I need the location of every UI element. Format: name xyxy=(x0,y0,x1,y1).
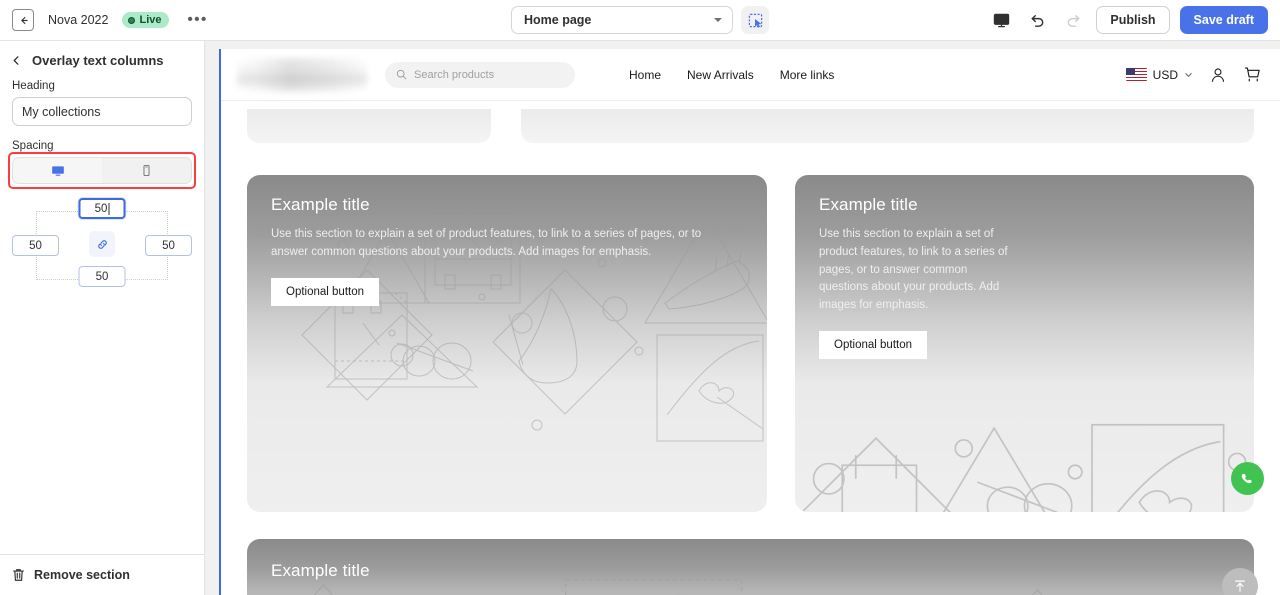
storefront-nav: Home New Arrivals More links xyxy=(629,68,834,82)
currency-code: USD xyxy=(1152,67,1178,82)
previous-card-left xyxy=(247,109,491,143)
device-toggle xyxy=(12,157,192,184)
chevron-down-icon xyxy=(1184,70,1193,79)
status-badge: Live xyxy=(122,12,170,28)
link-icon[interactable] xyxy=(89,231,115,257)
save-draft-button[interactable]: Save draft xyxy=(1179,6,1268,34)
toolbar-left-group: Nova 2022 Live ••• xyxy=(0,9,212,31)
page-selector[interactable]: Home page xyxy=(511,6,733,34)
page-title: Overlay text columns xyxy=(32,53,164,68)
whatsapp-icon[interactable] xyxy=(1231,462,1264,495)
toolbar-center-group: Home page xyxy=(511,6,769,34)
spacing-bottom-input[interactable]: 50 xyxy=(78,266,126,287)
back-arrow-icon[interactable] xyxy=(12,9,34,31)
preview-canvas: Example title Use this section to explai… xyxy=(221,101,1280,595)
cart-icon[interactable] xyxy=(1243,65,1262,84)
optional-button[interactable]: Optional button xyxy=(819,331,928,360)
remove-section-label: Remove section xyxy=(34,568,130,582)
previous-card-right xyxy=(521,109,1254,143)
panel-header: Overlay text columns xyxy=(0,41,204,78)
overlay-text-columns-section[interactable]: Example title Use this section to explai… xyxy=(221,143,1280,512)
more-menu-button[interactable]: ••• xyxy=(183,12,211,27)
storefront-preview: Search products Home New Arrivals More l… xyxy=(221,49,1280,595)
remove-section-button[interactable]: Remove section xyxy=(0,554,204,595)
overlay-card-1[interactable]: Example title Use this section to explai… xyxy=(247,175,767,512)
card-title: Example title xyxy=(271,561,370,580)
spacing-top-input[interactable]: 50 xyxy=(78,198,126,219)
editor-body: Overlay text columns Heading My collecti… xyxy=(0,41,1280,595)
above-cards-row xyxy=(221,101,1280,143)
overlay-card-2[interactable]: Example title Use this section to explai… xyxy=(795,175,1254,512)
chevron-left-icon[interactable] xyxy=(11,55,22,66)
spacing-section-label: Spacing xyxy=(12,140,54,152)
search-input[interactable]: Search products xyxy=(385,61,575,88)
nav-link-home[interactable]: Home xyxy=(629,68,661,82)
device-toggle-wrapper xyxy=(8,152,196,189)
theme-editor-app: Nova 2022 Live ••• Home page Publish Sav… xyxy=(0,0,1280,595)
storefront-header: Search products Home New Arrivals More l… xyxy=(221,49,1280,101)
section-select-icon[interactable] xyxy=(741,6,769,34)
spacing-controls: 50 50 50 50 xyxy=(12,198,192,293)
trash-icon xyxy=(12,568,25,582)
card-title: Example title xyxy=(271,195,370,214)
nav-link-new-arrivals[interactable]: New Arrivals xyxy=(687,68,754,82)
undo-icon[interactable] xyxy=(1024,7,1050,33)
top-toolbar: Nova 2022 Live ••• Home page Publish Sav… xyxy=(0,0,1280,41)
card-title: Example title xyxy=(819,195,918,214)
preview-pane: Search products Home New Arrivals More l… xyxy=(205,41,1280,595)
spacing-top-value: 50 xyxy=(94,202,108,215)
desktop-icon xyxy=(51,164,65,178)
overlay-card-2-content: Example title Use this section to explai… xyxy=(795,175,1254,379)
overlay-card-3-content: Example title xyxy=(247,539,1254,595)
heading-field-group: Heading My collections xyxy=(0,78,204,126)
live-dot-icon xyxy=(128,16,136,24)
device-toggle-mobile[interactable] xyxy=(102,158,191,183)
overlay-card-1-content: Example title Use this section to explai… xyxy=(247,175,767,326)
overlay-card-3[interactable]: Example title xyxy=(247,539,1254,595)
spacing-right-input[interactable]: 50 xyxy=(145,235,192,256)
mobile-icon xyxy=(140,164,153,177)
spacing-left-input[interactable]: 50 xyxy=(12,235,59,256)
toolbar-right-group: Publish Save draft xyxy=(988,6,1280,34)
publish-button[interactable]: Publish xyxy=(1096,6,1170,34)
store-logo-placeholder xyxy=(237,57,367,92)
chevron-down-icon xyxy=(714,18,722,22)
page-selector-value: Home page xyxy=(524,13,592,27)
card-body-text: Use this section to explain a set of pro… xyxy=(271,228,702,258)
desktop-preview-icon[interactable] xyxy=(988,7,1014,33)
optional-button[interactable]: Optional button xyxy=(271,277,380,306)
section-selection-rail xyxy=(219,49,221,595)
text-caret xyxy=(108,202,110,215)
card-body-text: Use this section to explain a set of pro… xyxy=(819,228,1008,312)
heading-input[interactable]: My collections xyxy=(12,97,192,126)
us-flag-icon xyxy=(1125,68,1147,81)
section-settings-sidebar: Overlay text columns Heading My collecti… xyxy=(0,41,205,595)
nav-link-more-links[interactable]: More links xyxy=(780,68,835,82)
search-placeholder: Search products xyxy=(414,68,495,81)
storefront-header-actions: USD xyxy=(1125,65,1262,84)
device-toggle-desktop[interactable] xyxy=(13,158,102,183)
heading-field-label: Heading xyxy=(12,80,55,92)
search-icon xyxy=(396,69,407,80)
account-icon[interactable] xyxy=(1209,66,1227,84)
currency-selector[interactable]: USD xyxy=(1125,67,1193,82)
theme-name: Nova 2022 xyxy=(48,13,109,27)
redo-icon[interactable] xyxy=(1060,7,1086,33)
status-badge-label: Live xyxy=(139,14,162,26)
